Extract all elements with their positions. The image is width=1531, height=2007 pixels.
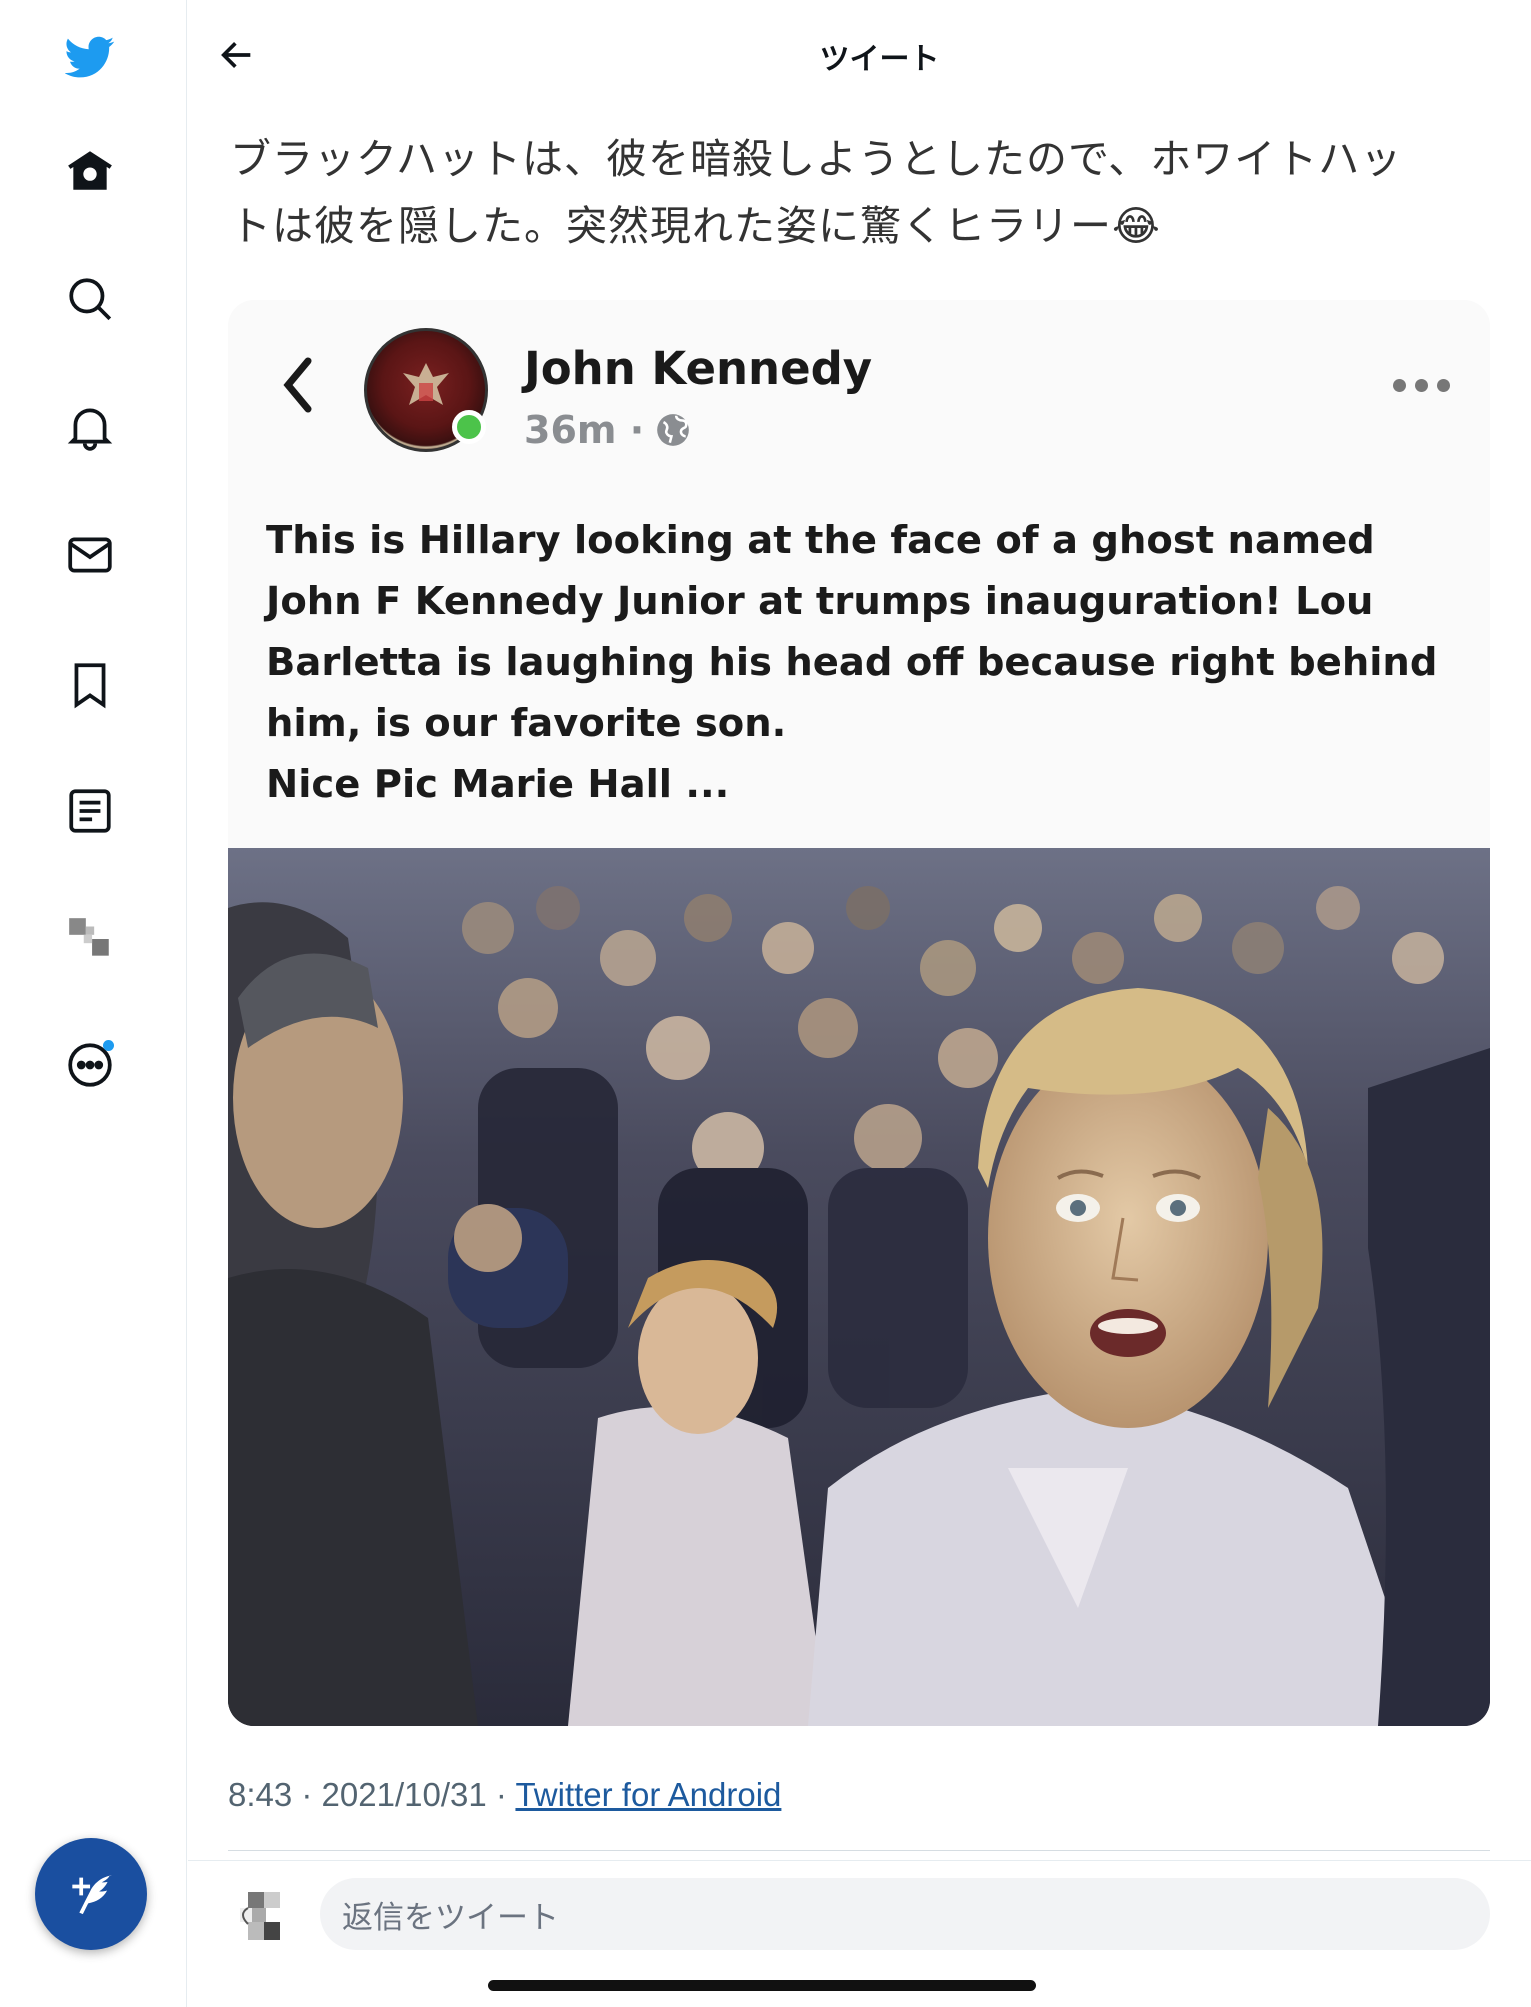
sidebar	[0, 0, 187, 2007]
bell-icon[interactable]	[61, 398, 119, 456]
search-icon[interactable]	[61, 270, 119, 328]
globe-icon	[657, 414, 689, 446]
main-column: ツイート ブラックハットは、彼を暗殺しようとしたので、ホワイトハッ トは彼を隠し…	[188, 0, 1531, 2007]
page-title: ツイート	[819, 42, 940, 77]
tweet-source-link[interactable]: Twitter for Android	[515, 1776, 781, 1813]
post-body: This is Hillary looking at the face of a…	[266, 510, 1466, 815]
tweet-text-line: トは彼を隠した。突然現れた姿に驚くヒラリー😂	[230, 202, 1161, 250]
tweet-timestamp: 8:43 · 2021/10/31 · Twitter for Android	[228, 1776, 781, 1814]
post-body-line: John F Kennedy Junior at trumps inaugura…	[266, 579, 1374, 624]
home-indicator[interactable]	[488, 1980, 1036, 1991]
post-body-line: him, is our favorite son.	[266, 701, 787, 746]
tweet-text: ブラックハットは、彼を暗殺しようとしたので、ホワイトハッ トは彼を隠した。突然現…	[230, 126, 1500, 260]
avatar	[240, 1892, 280, 1940]
chevron-left-icon	[283, 357, 312, 413]
crowd-photo	[228, 848, 1490, 1726]
feather-plus-icon	[72, 1875, 112, 1915]
bookmark-icon[interactable]	[61, 656, 119, 714]
header: ツイート	[188, 0, 1531, 112]
divider	[228, 1850, 1490, 1851]
divider	[188, 1860, 1531, 1861]
post-body-line: Barletta is laughing his head off becaus…	[266, 640, 1438, 685]
more-options-icon	[1393, 370, 1453, 400]
list-icon[interactable]	[61, 782, 119, 840]
notification-dot	[103, 1040, 114, 1051]
post-body-line: This is Hillary looking at the face of a…	[266, 518, 1375, 563]
post-body-line: Nice Pic Marie Hall ...	[266, 762, 730, 807]
post-author: John Kennedy	[524, 342, 873, 395]
tweet-time: 8:43 · 2021/10/31 ·	[228, 1776, 516, 1813]
pixelated-avatar-icon[interactable]	[61, 910, 119, 968]
twitter-logo-icon[interactable]	[61, 28, 119, 86]
more-icon[interactable]	[61, 1036, 119, 1094]
post-time: 36m ·	[524, 408, 645, 452]
online-status-dot	[452, 410, 486, 444]
compose-tweet-button[interactable]	[35, 1838, 147, 1950]
reply-input[interactable]: 返信をツイート	[320, 1878, 1490, 1950]
tweet-text-line: ブラックハットは、彼を暗殺しようとしたので、ホワイトハッ	[230, 135, 1403, 183]
tweet-media-image[interactable]: John Kennedy 36m · This is Hillary looki…	[228, 300, 1490, 1726]
post-meta: 36m ·	[524, 408, 692, 452]
home-icon[interactable]	[61, 142, 119, 200]
seal-icon	[403, 363, 449, 405]
crowd-photo-illustration	[228, 848, 1490, 1726]
mail-icon[interactable]	[61, 526, 119, 584]
